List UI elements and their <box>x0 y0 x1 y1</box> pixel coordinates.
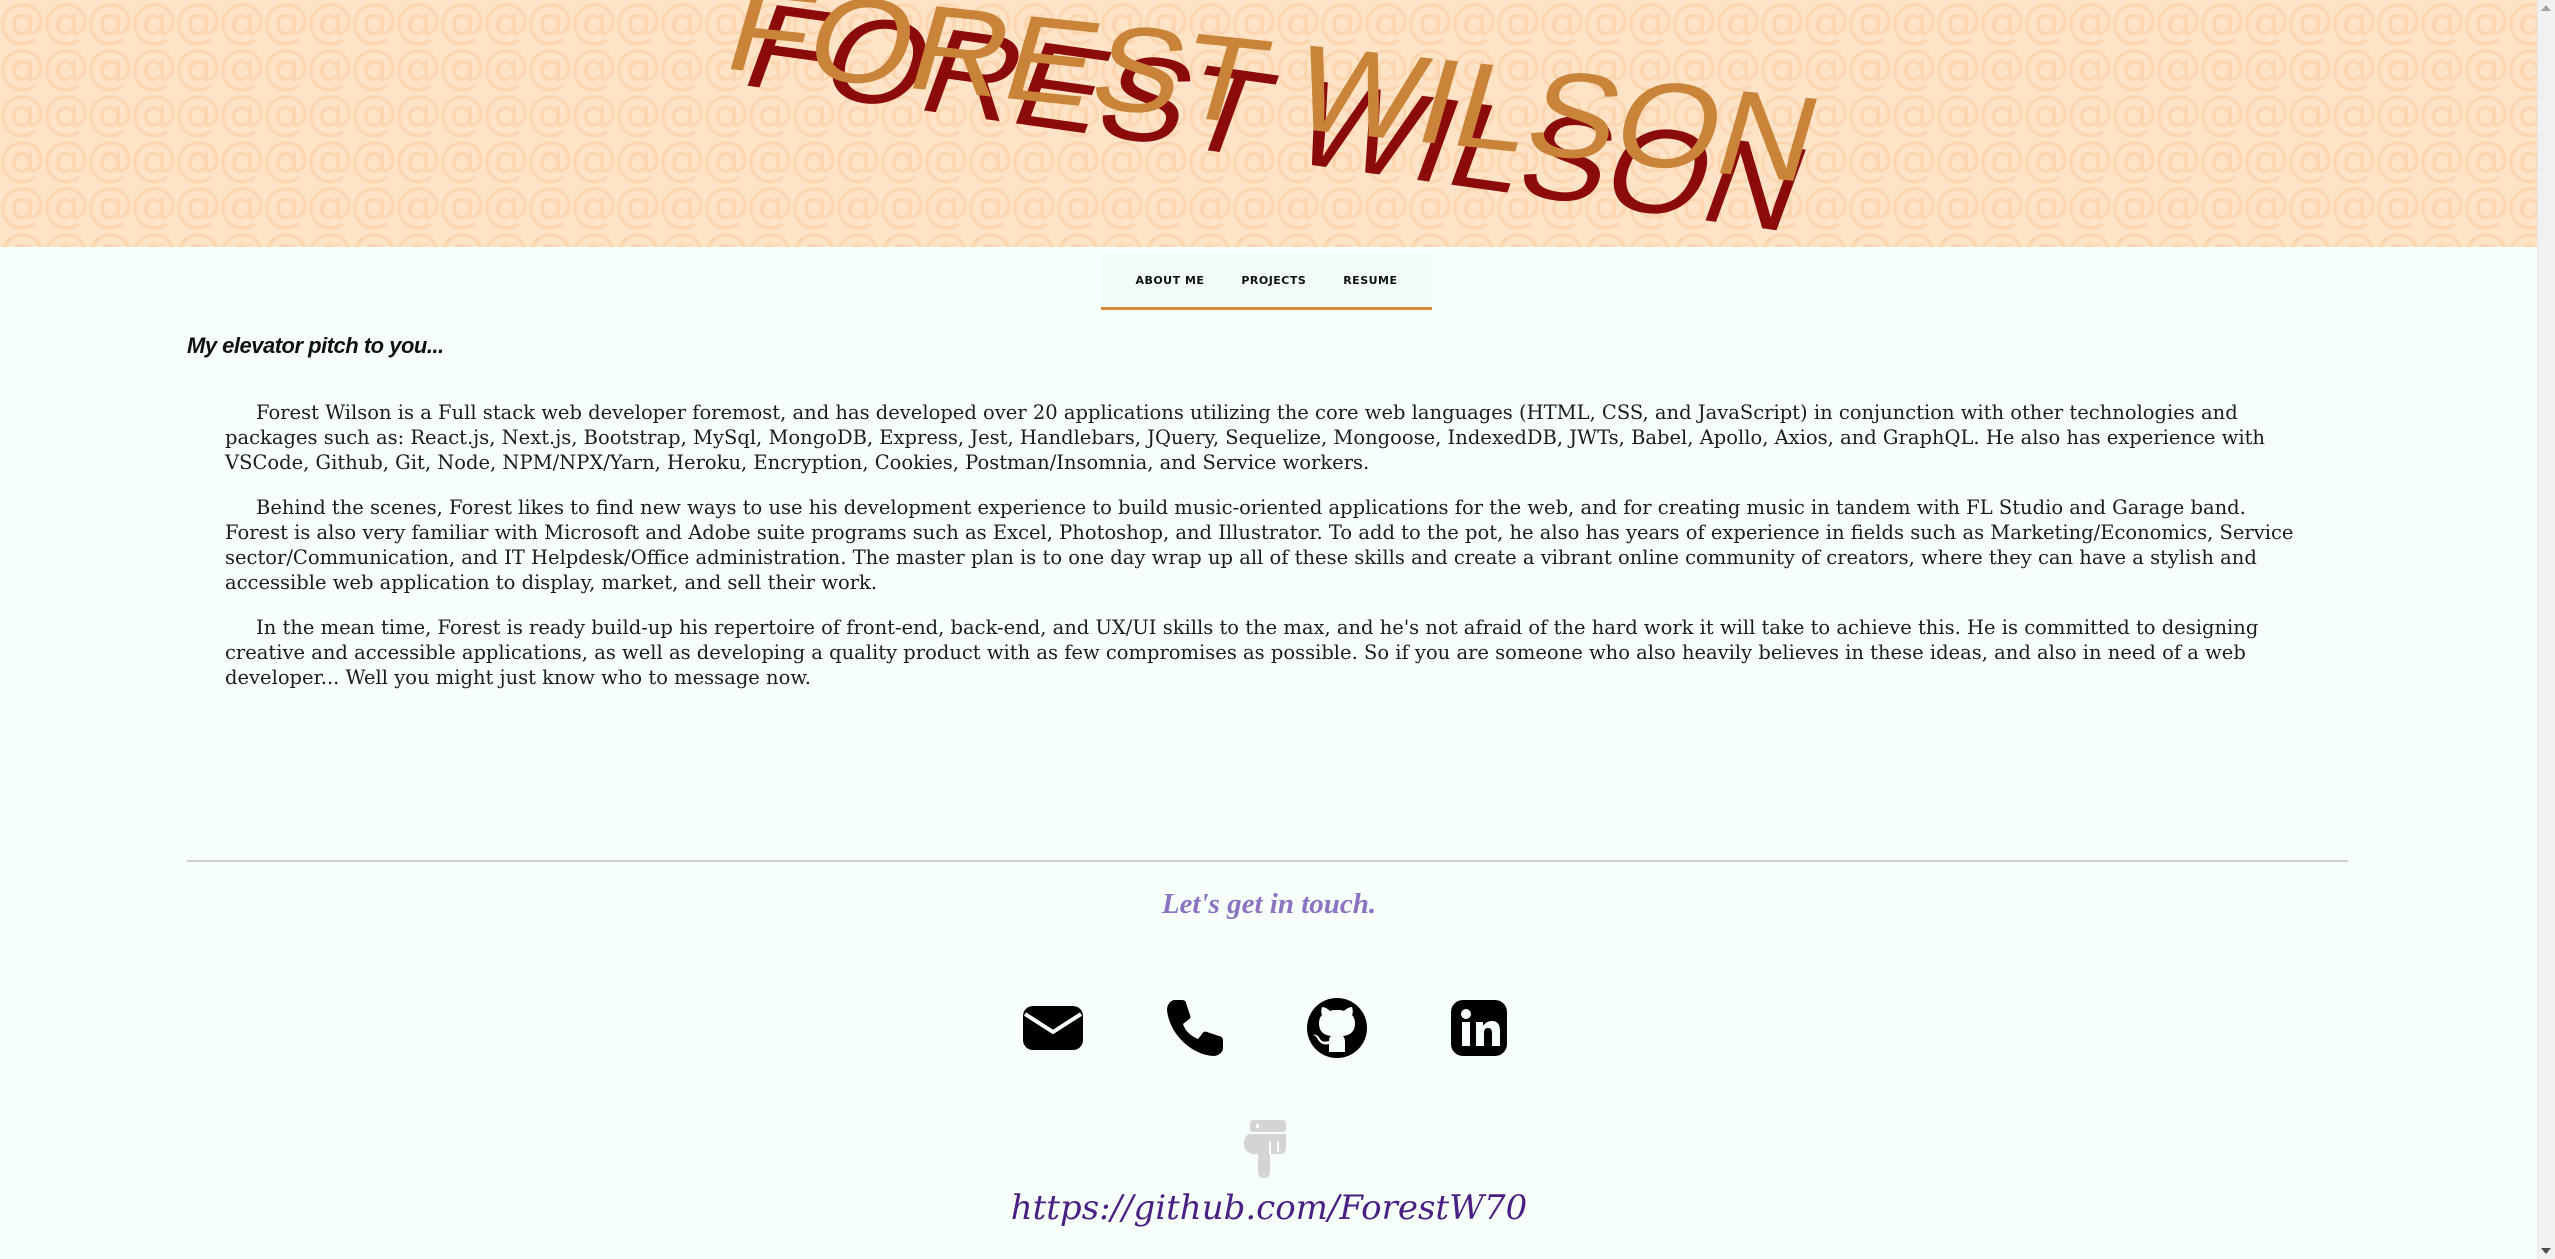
contact-heading: Let's get in touch. <box>1161 888 1377 920</box>
bio-paragraph-3: In the mean time, Forest is ready build-… <box>225 616 2259 689</box>
scroll-down-icon[interactable] <box>2541 1248 2551 1254</box>
section-title: My elevator pitch to you... <box>187 333 444 358</box>
linkedin-icon[interactable] <box>1447 996 1511 1060</box>
github-link[interactable]: https://github.com/ForestW70 <box>0 1188 2538 1228</box>
vertical-scrollbar[interactable] <box>2537 0 2555 1259</box>
header-banner: @ FOREST WILSON FOREST WILSON <box>0 0 2538 247</box>
github-icon[interactable] <box>1305 996 1369 1060</box>
nav-item-about-me[interactable]: ABOUT ME <box>1135 274 1204 287</box>
bio-paragraph-1: Forest Wilson is a Full stack web develo… <box>225 401 2265 474</box>
site-title: FOREST WILSON FOREST WILSON <box>712 0 1834 247</box>
scroll-up-icon[interactable] <box>2541 5 2551 11</box>
section-divider <box>187 860 2348 862</box>
envelope-icon[interactable] <box>1021 996 1085 1060</box>
page: @ FOREST WILSON FOREST WILSON ABOUT ME P… <box>0 0 2555 1259</box>
nav-item-projects[interactable]: PROJECTS <box>1241 274 1306 287</box>
bio-section: Forest Wilson is a Full stack web develo… <box>225 400 2305 710</box>
phone-icon[interactable] <box>1163 996 1227 1060</box>
nav-item-resume[interactable]: RESUME <box>1343 274 1397 287</box>
bio-paragraph-2: Behind the scenes, Forest likes to find … <box>225 496 2294 594</box>
main-nav: ABOUT ME PROJECTS RESUME <box>1101 254 1432 310</box>
hand-pointing-down-icon <box>1244 1120 1286 1178</box>
